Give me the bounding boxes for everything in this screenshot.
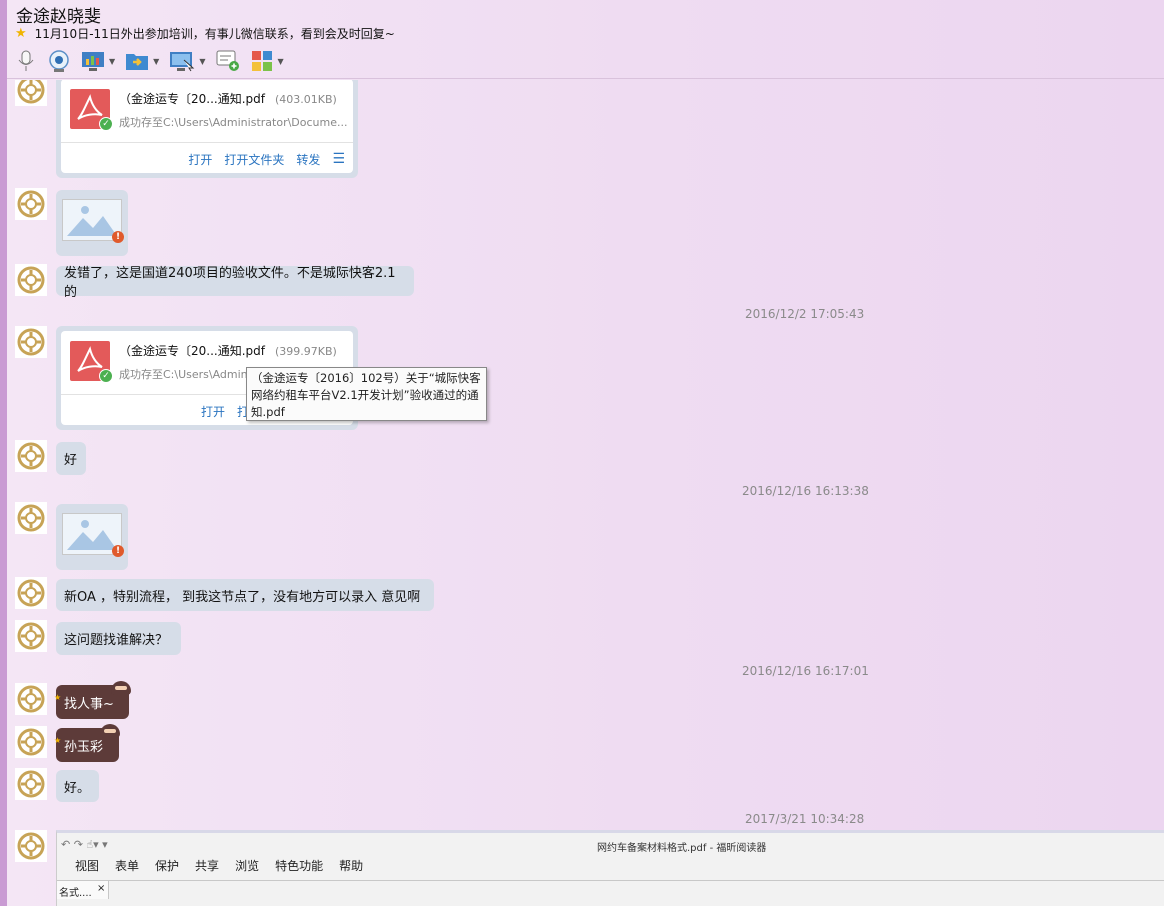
signature-text: 11月10日-11日外出参加培训，有事儿微信联系，看到会及时回复~ [34, 27, 395, 41]
filename-tooltip: （金途运专〔2016〕102号）关于“城际快客网络约租车平台V2.1开发计划”验… [246, 367, 487, 421]
file-name[interactable]: （金途运专〔20...通知.pdf (399.97KB) [119, 342, 337, 359]
broken-image-icon: ! [62, 199, 124, 243]
timestamp: 2017/3/21 10:34:28 [745, 812, 865, 826]
avatar[interactable] [15, 620, 47, 652]
file-name: （金途运专〔20...通知.pdf (403.01KB) [119, 92, 337, 106]
avatar-logo-icon [15, 768, 47, 800]
screen-share-button[interactable]: ▼ [81, 50, 115, 72]
avatar[interactable] [15, 726, 47, 758]
ninja-bubble-decoration-icon [111, 681, 131, 695]
remote-desktop-icon [170, 52, 195, 72]
reader-menu-item: 浏览 [235, 859, 260, 873]
file-transfer-icon [126, 54, 149, 70]
close-icon: × [97, 883, 106, 894]
timestamp: 2016/12/2 17:05:43 [745, 307, 865, 321]
message-list[interactable]: ✓ （金途运专〔20...通知.pdf (403.01KB) 成功存至C:\Use… [7, 80, 1164, 906]
error-icon: ! [112, 231, 124, 243]
window-left-border [0, 0, 7, 906]
error-icon: ! [112, 545, 124, 557]
avatar-logo-icon [15, 188, 47, 220]
timestamp: 2016/12/16 16:13:38 [742, 484, 869, 498]
avatar[interactable] [15, 440, 47, 472]
reader-menu-item: 表单 [115, 859, 140, 873]
avatar-logo-icon [15, 264, 47, 296]
avatar-logo-icon [15, 726, 47, 758]
avatar-logo-icon [15, 502, 47, 534]
microphone-icon [18, 50, 34, 71]
chevron-down-icon[interactable]: ▼ [199, 57, 205, 66]
file-transfer-button[interactable]: ▼ [125, 50, 159, 72]
open-folder-link[interactable]: 打开文件夹 [224, 151, 284, 168]
avatar-logo-icon [15, 620, 47, 652]
reader-menu: 视图 表单 保护 共享 浏览 特色功能 帮助 [75, 857, 379, 874]
microphone-button[interactable] [15, 49, 37, 73]
file-actions: 打开 打开文件夹 转发 ☰ [176, 151, 345, 168]
quick-access-icons: ↶ ↷ ☝▾ ▾ [61, 838, 108, 851]
webcam-icon [49, 50, 69, 72]
reader-tabs: 名式.... × [57, 880, 1164, 899]
avatar-logo-icon [15, 683, 47, 715]
chat-header: 金途赵晓斐 ★ 11月10日-11日外出参加培训，有事儿微信联系，看到会及时回复… [7, 0, 1164, 79]
open-file-link[interactable]: 打开 [188, 151, 212, 168]
text-message: 好 [56, 442, 86, 475]
avatar[interactable] [15, 768, 47, 800]
ninja-bubble-decoration-icon [100, 724, 120, 738]
avatar[interactable] [15, 683, 47, 715]
timestamp: 2016/12/16 16:17:01 [742, 664, 869, 678]
file-message: ✓ （金途运专〔20...通知.pdf (403.01KB) 成功存至C:\Use… [56, 80, 358, 178]
text-message: 发错了，这是国道240项目的验收文件。不是城际快客2.1的 [56, 266, 414, 300]
avatar[interactable] [15, 830, 47, 862]
avatar[interactable] [15, 502, 47, 534]
avatar[interactable] [15, 188, 47, 220]
chat-toolbar: ▼ ▼ ▼ ▼ [15, 47, 294, 75]
screen-share-icon [82, 52, 104, 71]
new-chat-icon [216, 50, 240, 71]
divider [61, 142, 353, 143]
reader-menu-item: 保护 [155, 859, 180, 873]
broken-image-icon: ! [62, 513, 124, 557]
avatar[interactable] [15, 326, 47, 358]
avatar[interactable] [15, 80, 47, 106]
pin-icon: ★ [54, 693, 62, 702]
contact-name: 金途赵晓斐 [16, 7, 101, 27]
contact-signature: ★ 11月10日-11日外出参加培训，有事儿微信联系，看到会及时回复~ [15, 25, 395, 42]
avatar-logo-icon [15, 326, 47, 358]
apps-icon [252, 51, 273, 71]
webcam-button[interactable] [47, 49, 71, 73]
reader-window-title: 网约车备案材料格式.pdf - 福昕阅读器 [597, 843, 767, 854]
avatar[interactable] [15, 264, 47, 296]
avatar-logo-icon [15, 830, 47, 862]
menu-icon[interactable]: ☰ [332, 151, 345, 168]
avatar[interactable] [15, 577, 47, 609]
forward-link[interactable]: 转发 [296, 151, 320, 168]
image-message[interactable]: ! [56, 190, 128, 256]
avatar-logo-icon [15, 440, 47, 472]
reader-menu-item: 特色功能 [275, 859, 324, 873]
new-chat-button[interactable] [215, 49, 241, 73]
screenshot-image-message[interactable]: ↶ ↷ ☝▾ ▾ 网约车备案材料格式.pdf - 福昕阅读器 视图 表单 保护 … [56, 830, 1164, 906]
text-message: 好。 [56, 770, 99, 802]
image-message[interactable]: ! [56, 504, 128, 570]
avatar-logo-icon [15, 577, 47, 609]
chevron-down-icon[interactable]: ▼ [277, 57, 283, 66]
avatar-logo-icon [15, 80, 47, 106]
reader-menu-item: 视图 [75, 859, 100, 873]
apps-button[interactable]: ▼ [251, 50, 284, 72]
reader-menu-item: 共享 [195, 859, 220, 873]
text-message: 新OA ，特别流程， 到我这节点了，没有地方可以录入 意见啊 [56, 579, 434, 611]
chevron-down-icon[interactable]: ▼ [109, 57, 115, 66]
open-file-link[interactable]: 打开 [201, 403, 225, 420]
pin-icon: ★ [54, 736, 62, 745]
check-icon: ✓ [99, 369, 113, 383]
check-icon: ✓ [99, 117, 113, 131]
file-save-status: 成功存至C:\Users\Adminis [119, 368, 257, 381]
file-save-status: 成功存至C:\Users\Administrator\Docume... [119, 116, 348, 129]
reader-menu-item: 帮助 [339, 859, 364, 873]
remote-desktop-button[interactable]: ▼ [169, 50, 205, 72]
star-icon: ★ [15, 26, 27, 41]
text-message: 这问题找谁解决？ [56, 622, 181, 655]
chevron-down-icon[interactable]: ▼ [153, 57, 159, 66]
